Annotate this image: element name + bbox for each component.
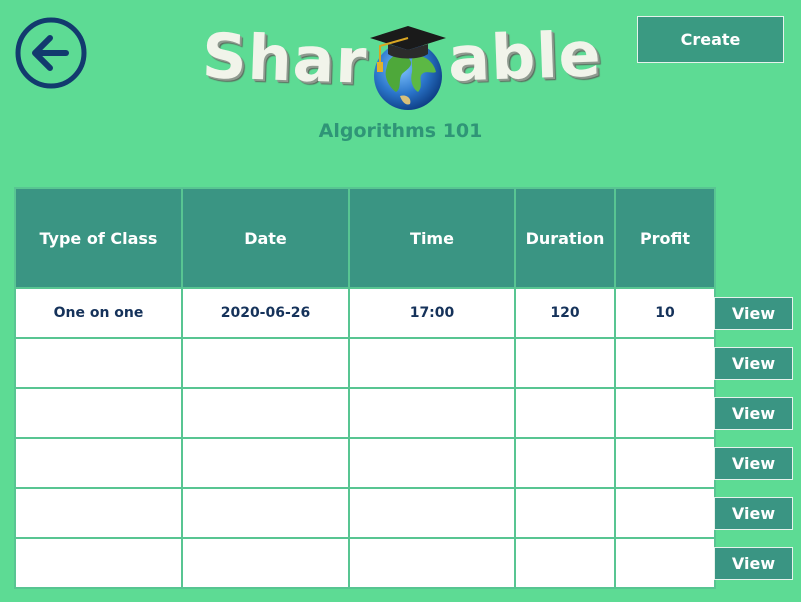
cell-duration: [514, 487, 616, 539]
cell-time: 17:00: [348, 287, 516, 339]
table-row: [14, 337, 716, 389]
cell-time: [348, 337, 516, 389]
view-button-row-1[interactable]: View: [714, 297, 793, 330]
cell-type: [14, 437, 183, 489]
table-row: [14, 387, 716, 439]
column-header-date: Date: [181, 187, 350, 289]
view-button-row-2[interactable]: View: [714, 347, 793, 380]
classes-table-container: Type of Class Date Time Duration Profit …: [14, 187, 716, 589]
view-button-row-6[interactable]: View: [714, 547, 793, 580]
cell-duration: [514, 337, 616, 389]
cell-time: [348, 387, 516, 439]
cell-duration: 120: [514, 287, 616, 339]
class-title: Algorithms 101: [318, 120, 483, 142]
logo-text-left: Shar: [200, 19, 369, 98]
cell-duration: [514, 537, 616, 589]
cell-type: [14, 487, 183, 539]
column-header-type: Type of Class: [14, 187, 183, 289]
cell-profit: [614, 537, 716, 589]
cell-type: One on one: [14, 287, 183, 339]
classes-table: Type of Class Date Time Duration Profit …: [14, 187, 716, 589]
cell-date: [181, 537, 350, 589]
cell-time: [348, 487, 516, 539]
app-logo: Shar able: [200, 17, 603, 112]
cell-time: [348, 537, 516, 589]
table-row: One on one 2020-06-26 17:00 120 10: [14, 287, 716, 339]
cell-type: [14, 387, 183, 439]
table-row: [14, 537, 716, 589]
view-button-row-3[interactable]: View: [714, 397, 793, 430]
cell-duration: [514, 437, 616, 489]
cell-date: [181, 337, 350, 389]
back-button[interactable]: [14, 16, 88, 90]
cell-date: [181, 437, 350, 489]
cell-date: [181, 487, 350, 539]
back-arrow-icon: [15, 17, 87, 89]
column-header-time: Time: [348, 187, 516, 289]
logo-text-right: able: [446, 17, 603, 96]
cell-type: [14, 537, 183, 589]
column-header-duration: Duration: [514, 187, 616, 289]
view-button-row-5[interactable]: View: [714, 497, 793, 530]
cell-profit: [614, 437, 716, 489]
view-button-row-4[interactable]: View: [714, 447, 793, 480]
create-button[interactable]: Create: [637, 16, 784, 63]
table-row: [14, 437, 716, 489]
cell-profit: [614, 487, 716, 539]
globe-icon: [370, 26, 446, 110]
cell-profit: [614, 387, 716, 439]
cell-type: [14, 337, 183, 389]
cell-duration: [514, 387, 616, 439]
cell-date: 2020-06-26: [181, 287, 350, 339]
cell-date: [181, 387, 350, 439]
column-header-profit: Profit: [614, 187, 716, 289]
table-row: [14, 487, 716, 539]
cell-profit: 10: [614, 287, 716, 339]
table-header-row: Type of Class Date Time Duration Profit: [14, 187, 716, 289]
cell-time: [348, 437, 516, 489]
cell-profit: [614, 337, 716, 389]
